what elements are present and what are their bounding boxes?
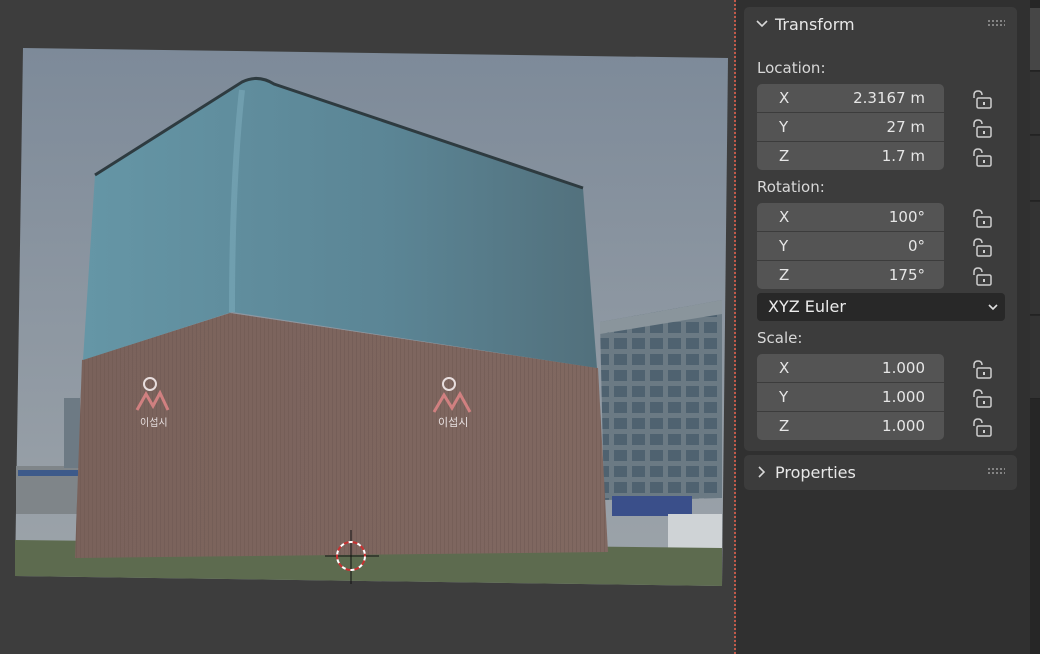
rotation-z-field[interactable]: Z 175° bbox=[757, 261, 944, 289]
scale-y-value: 1.000 bbox=[882, 388, 925, 406]
location-y-value: 27 m bbox=[886, 118, 925, 136]
transform-panel-header[interactable]: Transform bbox=[744, 7, 1017, 41]
tab-scene[interactable] bbox=[1030, 202, 1040, 315]
scale-z-field[interactable]: Z 1.000 bbox=[757, 412, 944, 440]
tab-view[interactable] bbox=[1030, 136, 1040, 201]
chevron-down-icon bbox=[988, 304, 998, 311]
location-y-field[interactable]: Y 27 m bbox=[757, 113, 944, 141]
location-z-field[interactable]: Z 1.7 m bbox=[757, 142, 944, 170]
location-x-value: 2.3167 m bbox=[853, 89, 925, 107]
scale-x-field[interactable]: X 1.000 bbox=[757, 354, 944, 382]
unlock-icon[interactable] bbox=[970, 389, 994, 409]
location-x-axis: X bbox=[779, 89, 790, 107]
scale-z-axis: Z bbox=[779, 417, 790, 435]
rotation-y-field[interactable]: Y 0° bbox=[757, 232, 944, 260]
transform-panel-title: Transform bbox=[775, 15, 855, 34]
rotation-z-value: 175° bbox=[888, 266, 925, 284]
sidebar-tab-strip bbox=[1030, 0, 1040, 654]
rotation-x-value: 100° bbox=[888, 208, 925, 226]
scale-x-value: 1.000 bbox=[882, 359, 925, 377]
properties-panel-title: Properties bbox=[775, 463, 856, 482]
rotation-x-field[interactable]: X 100° bbox=[757, 203, 944, 231]
rotation-y-value: 0° bbox=[907, 237, 925, 255]
rotation-label: Rotation: bbox=[757, 178, 825, 196]
unlock-icon[interactable] bbox=[970, 90, 994, 110]
transform-panel: Transform Location: X 2.3167 m Y 27 m Z … bbox=[744, 7, 1017, 451]
rotation-mode-select[interactable]: XYZ Euler bbox=[757, 293, 1005, 321]
tab-item[interactable] bbox=[1030, 8, 1040, 71]
scale-y-field[interactable]: Y 1.000 bbox=[757, 383, 944, 411]
location-z-axis: Z bbox=[779, 147, 790, 165]
logo-right-text: 이섭시 bbox=[438, 416, 468, 429]
scale-label: Scale: bbox=[757, 329, 803, 347]
rotation-z-axis: Z bbox=[779, 266, 790, 284]
location-z-value: 1.7 m bbox=[881, 147, 925, 165]
location-x-field[interactable]: X 2.3167 m bbox=[757, 84, 944, 112]
location-label: Location: bbox=[757, 59, 826, 77]
drag-grip-icon[interactable] bbox=[987, 19, 1005, 27]
chevron-right-icon bbox=[758, 466, 766, 478]
chevron-down-icon bbox=[756, 20, 768, 28]
scale-x-axis: X bbox=[779, 359, 790, 377]
tab-frame[interactable] bbox=[1030, 316, 1040, 399]
unlock-icon[interactable] bbox=[970, 209, 994, 229]
logo-left-text: 이섭시 bbox=[140, 417, 168, 429]
rotation-y-axis: Y bbox=[779, 237, 789, 255]
tab-tool[interactable] bbox=[1030, 72, 1040, 135]
unlock-icon[interactable] bbox=[970, 119, 994, 139]
scale-z-value: 1.000 bbox=[882, 417, 925, 435]
unlock-icon[interactable] bbox=[970, 418, 994, 438]
3d-viewport[interactable]: 이섭시 이섭시 bbox=[0, 0, 734, 654]
background-photo: 이섭시 이섭시 bbox=[15, 48, 728, 586]
properties-panel-header[interactable]: Properties bbox=[744, 455, 1017, 489]
sidebar: Transform Location: X 2.3167 m Y 27 m Z … bbox=[736, 0, 1030, 654]
unlock-icon[interactable] bbox=[970, 148, 994, 168]
location-y-axis: Y bbox=[779, 118, 789, 136]
unlock-icon[interactable] bbox=[970, 238, 994, 258]
unlock-icon[interactable] bbox=[970, 360, 994, 380]
unlock-icon[interactable] bbox=[970, 267, 994, 287]
rotation-mode-value: XYZ Euler bbox=[768, 297, 846, 316]
rotation-x-axis: X bbox=[779, 208, 790, 226]
drag-grip-icon[interactable] bbox=[987, 467, 1005, 475]
scale-y-axis: Y bbox=[779, 388, 789, 406]
properties-panel[interactable]: Properties bbox=[744, 455, 1017, 490]
